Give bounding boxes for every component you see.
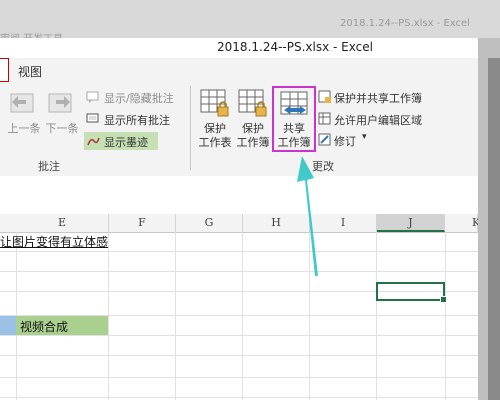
- track-changes-button[interactable]: 修订 ▾: [318, 132, 378, 148]
- share-workbook-icon: [280, 91, 308, 115]
- next-comment-button[interactable]: [46, 88, 76, 118]
- show-ink-button[interactable]: 显示墨迹: [84, 132, 158, 150]
- show-ink-label: 显示墨迹: [104, 136, 148, 149]
- row-line: [0, 377, 478, 378]
- column-header-g[interactable]: G: [176, 214, 243, 232]
- green-cell[interactable]: 视频合成: [16, 316, 108, 335]
- comments-group-label: 批注: [38, 160, 60, 173]
- tab-view[interactable]: 视图: [18, 63, 42, 80]
- selected-cell[interactable]: [376, 282, 447, 303]
- protect-sheet-label-line1: 保护: [204, 122, 226, 135]
- window-shadow-strip: [488, 58, 500, 400]
- share-workbook-label-line1: 共享: [283, 122, 305, 135]
- col-line: [376, 232, 377, 400]
- formula-area: [0, 176, 478, 215]
- active-tab-marker[interactable]: [0, 58, 9, 82]
- track-changes-icon: [318, 133, 331, 146]
- protect-share-workbook-label: 保护并共享工作簿: [334, 92, 422, 105]
- undo-arrow-icon: [10, 93, 34, 113]
- protect-workbook-label-line2: 工作簿: [236, 136, 270, 149]
- window-title: 2018.1.24--PS.xlsx - Excel: [217, 40, 373, 54]
- protect-workbook-button[interactable]: [236, 88, 270, 120]
- comment-icon: [86, 91, 99, 103]
- col-line: [445, 232, 446, 400]
- ink-icon: [87, 137, 100, 146]
- allow-edit-ranges-button[interactable]: 允许用户编辑区域: [318, 112, 458, 127]
- previous-comment-button[interactable]: [8, 88, 38, 118]
- annotation-arrow-icon: [297, 156, 318, 276]
- chevron-down-icon: ▾: [362, 132, 367, 142]
- protect-sheet-label-line2: 工作表: [198, 136, 232, 149]
- column-header-f[interactable]: F: [109, 214, 176, 232]
- show-all-comments-label: 显示所有批注: [104, 114, 170, 127]
- column-header-e[interactable]: E: [16, 214, 109, 232]
- comments-icon: [86, 113, 99, 123]
- row-line: [0, 355, 478, 356]
- background-window-edge: [478, 0, 500, 38]
- protect-workbook-label-line1: 保护: [242, 122, 264, 135]
- column-header-k[interactable]: K: [446, 214, 480, 232]
- row-line: [0, 251, 478, 252]
- col-line: [108, 232, 109, 400]
- group-divider: [190, 86, 191, 170]
- row-line: [0, 397, 478, 398]
- row-line: [0, 335, 478, 336]
- share-workbook-button[interactable]: 共享 工作簿: [272, 86, 316, 152]
- col-line: [242, 232, 243, 400]
- protect-workbook-icon: [238, 89, 267, 117]
- show-hide-comment-label: 显示/隐藏批注: [104, 92, 174, 105]
- column-header-j-selected[interactable]: J: [377, 214, 445, 232]
- share-workbook-label-line2: 工作簿: [277, 136, 311, 149]
- protect-share-workbook-button[interactable]: 保护并共享工作簿: [318, 90, 458, 105]
- row-line: [0, 271, 478, 272]
- allow-edit-ranges-label: 允许用户编辑区域: [334, 114, 422, 127]
- track-changes-label: 修订: [334, 135, 356, 148]
- show-hide-comment-button[interactable]: 显示/隐藏批注: [86, 90, 186, 105]
- share-workbook-label: 共享 工作簿: [274, 122, 314, 150]
- col-line: [175, 232, 176, 400]
- redo-arrow-icon: [48, 93, 72, 113]
- green-cell-text: 视频合成: [20, 320, 69, 334]
- protect-share-icon: [318, 90, 331, 103]
- protect-sheet-label: 保护 工作表: [194, 122, 236, 150]
- protect-sheet-icon: [200, 89, 229, 117]
- protect-sheet-button[interactable]: [198, 88, 232, 120]
- blue-cell[interactable]: [0, 316, 16, 335]
- previous-comment-label: 上一条: [7, 122, 41, 135]
- next-comment-label: 下一条: [45, 122, 79, 135]
- protect-workbook-label: 保护 工作簿: [232, 122, 274, 150]
- show-all-comments-button[interactable]: 显示所有批注: [86, 112, 186, 127]
- allow-edit-icon: [318, 112, 331, 125]
- background-window-title: 2018.1.24--PS.xlsx - Excel: [340, 18, 470, 29]
- fill-handle[interactable]: [440, 296, 447, 303]
- cell-text-row1[interactable]: 让图片变得有立体感: [0, 233, 108, 250]
